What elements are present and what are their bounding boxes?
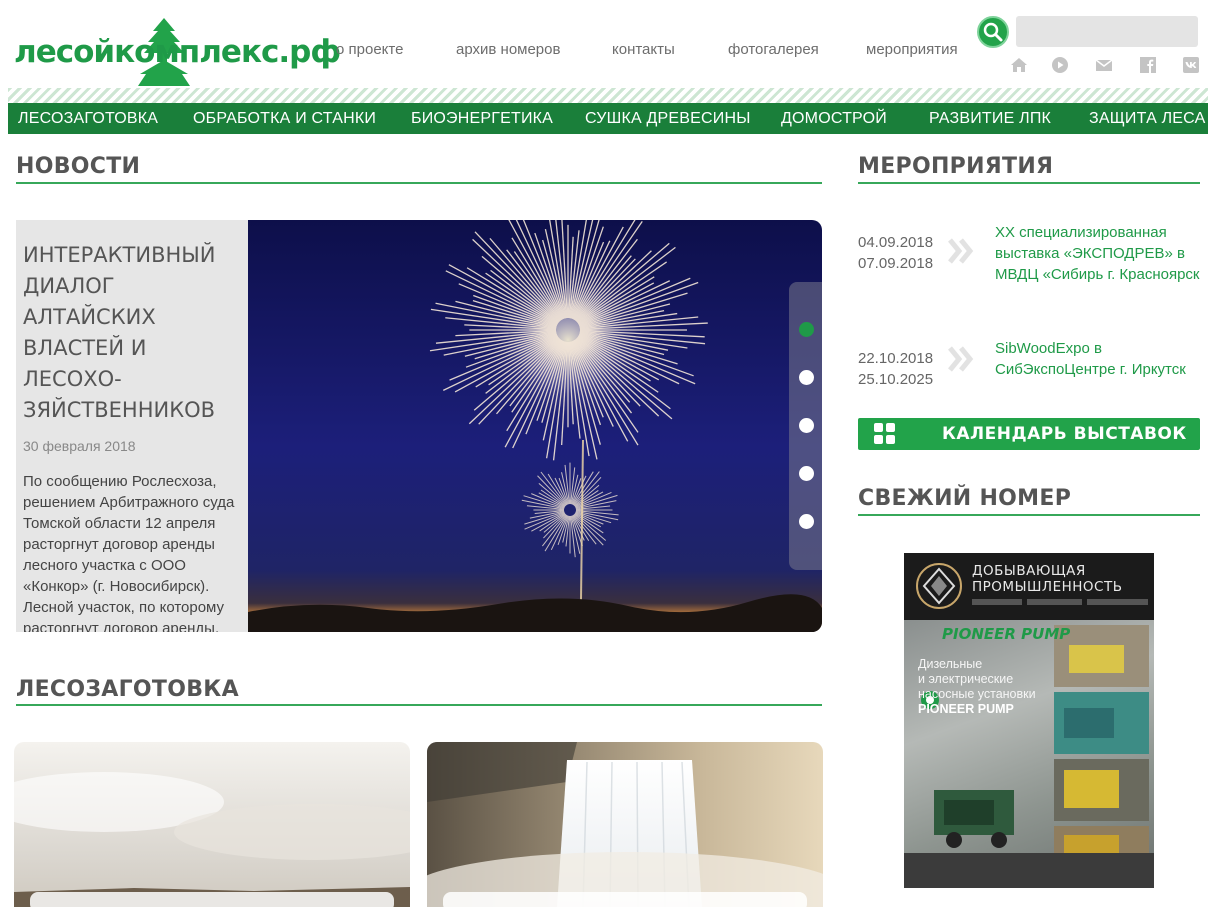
slider-pagination [789, 282, 822, 570]
logging-divider [16, 704, 822, 706]
magazine-logo-icon [916, 563, 962, 609]
search-input[interactable] [1016, 16, 1198, 47]
ad-brand: PIONEER PUMP [942, 625, 1071, 643]
category-bioenergy[interactable]: БИОЭНЕРГЕТИКА [411, 110, 553, 128]
magazine-footer-bar [904, 853, 1154, 888]
event-dates: 04.09.2018 07.09.2018 [858, 232, 933, 274]
fireworks-image [248, 220, 822, 632]
latest-issue-divider [858, 514, 1200, 516]
category-processing[interactable]: ОБРАБОТКА И СТАНКИ [193, 110, 376, 128]
home-icon[interactable] [1010, 56, 1028, 74]
top-nav-gallery[interactable]: фотогалерея [728, 41, 819, 58]
grid-icon [874, 423, 895, 444]
latest-issue-section-title: СВЕЖИЙ НОМЕР [858, 486, 1072, 511]
top-nav-archive[interactable]: архив номеров [456, 41, 560, 58]
event-end-date: 07.09.2018 [858, 255, 934, 272]
magazine-masthead: ДОБЫВАЮЩАЯ ПРОМЫШЛЕННОСТЬ [904, 553, 1154, 620]
events-section-title: МЕРОПРИЯТИЯ [858, 154, 1054, 179]
logging-section-title: ЛЕСОЗАГОТОВКА [16, 677, 239, 702]
event-item: 04.09.2018 07.09.2018 XX специализирован… [858, 222, 1203, 292]
top-nav-about[interactable]: о проекте [336, 41, 403, 58]
event-link[interactable]: XX специализированная выставка «ЭКСПОДРЕ… [995, 222, 1205, 285]
ad-headline-line: насосные установки [918, 687, 1036, 701]
event-item: 22.10.2018 25.10.2025 SibWoodExpo в СибЭ… [858, 338, 1203, 408]
search-button[interactable] [977, 16, 1009, 48]
logging-article-card[interactable] [427, 742, 823, 907]
top-nav-contacts[interactable]: контакты [612, 41, 675, 58]
ad-headline: Дизельные и электрические насосные устан… [918, 657, 1036, 717]
slider-dot-2[interactable] [799, 370, 814, 385]
category-housebuilding[interactable]: ДОМОСТРОЙ [781, 110, 887, 128]
magazine-cover[interactable]: ДОБЫВАЮЩАЯ ПРОМЫШЛЕННОСТЬ PIONEER PUMP Д… [904, 553, 1154, 888]
event-end-date: 25.10.2025 [858, 371, 934, 388]
mail-icon[interactable] [1095, 56, 1113, 74]
landscape-image [14, 742, 410, 907]
featured-news-title[interactable]: ИНТЕРАКТИВНЫЙ ДИАЛОГ АЛТАЙСКИХ ВЛАСТЕЙ И… [23, 240, 240, 426]
youtube-icon[interactable] [1051, 56, 1069, 74]
slider-dot-5[interactable] [799, 514, 814, 529]
featured-news-date: 30 февраля 2018 [23, 438, 136, 454]
category-nav: ЛЕСОЗАГОТОВКА ОБРАБОТКА И СТАНКИ БИОЭНЕР… [8, 103, 1208, 134]
featured-news-panel[interactable]: ИНТЕРАКТИВНЫЙ ДИАЛОГ АЛТАЙСКИХ ВЛАСТЕЙ И… [16, 220, 248, 632]
event-start-date: 04.09.2018 [858, 234, 934, 251]
events-divider [858, 182, 1200, 184]
event-link[interactable]: SibWoodExpo в СибЭкспоЦентре г. Иркутск [995, 338, 1205, 380]
category-logging[interactable]: ЛЕСОЗАГОТОВКА [18, 110, 158, 128]
calendar-button-label: КАЛЕНДАРЬ ВЫСТАВОК [942, 424, 1187, 444]
masthead-details [972, 599, 1148, 605]
news-section-title: НОВОСТИ [16, 154, 141, 179]
magazine-title: ДОБЫВАЮЩАЯ ПРОМЫШЛЕННОСТЬ [972, 563, 1123, 595]
exhibition-calendar-button[interactable]: КАЛЕНДАРЬ ВЫСТАВОК [858, 418, 1200, 450]
slider-dot-4[interactable] [799, 466, 814, 481]
double-chevron-right-icon [948, 346, 974, 372]
category-forest-protection[interactable]: ЗАЩИТА ЛЕСА [1089, 110, 1205, 128]
logo-text: лесойкомплекс.рф [14, 34, 341, 70]
slider-dot-3[interactable] [799, 418, 814, 433]
site-logo[interactable]: лесойкомплекс.рф [14, 18, 341, 88]
event-dates: 22.10.2018 25.10.2025 [858, 348, 933, 390]
ad-headline-line: и электрические [918, 672, 1014, 686]
double-chevron-right-icon [948, 238, 974, 264]
waterfall-image [427, 742, 823, 907]
vk-icon[interactable] [1182, 56, 1200, 74]
decorative-stripe [8, 88, 1208, 103]
top-nav-events[interactable]: мероприятия [866, 41, 958, 58]
search-icon [983, 22, 1003, 42]
category-drying[interactable]: СУШКА ДРЕВЕСИНЫ [585, 110, 751, 128]
news-divider [16, 182, 822, 184]
featured-news-image[interactable] [248, 220, 822, 632]
event-start-date: 22.10.2018 [858, 350, 934, 367]
category-development[interactable]: РАЗВИТИЕ ЛПК [929, 110, 1051, 128]
facebook-icon[interactable] [1139, 56, 1157, 74]
featured-news-excerpt: По сообщению Рослесхоза, решением Арбитр… [23, 473, 235, 632]
slider-dot-1[interactable] [799, 322, 814, 337]
ad-headline-line: Дизельные [918, 657, 983, 671]
logging-article-card[interactable] [14, 742, 410, 907]
ad-headline-brand: PIONEER PUMP [918, 702, 1014, 716]
